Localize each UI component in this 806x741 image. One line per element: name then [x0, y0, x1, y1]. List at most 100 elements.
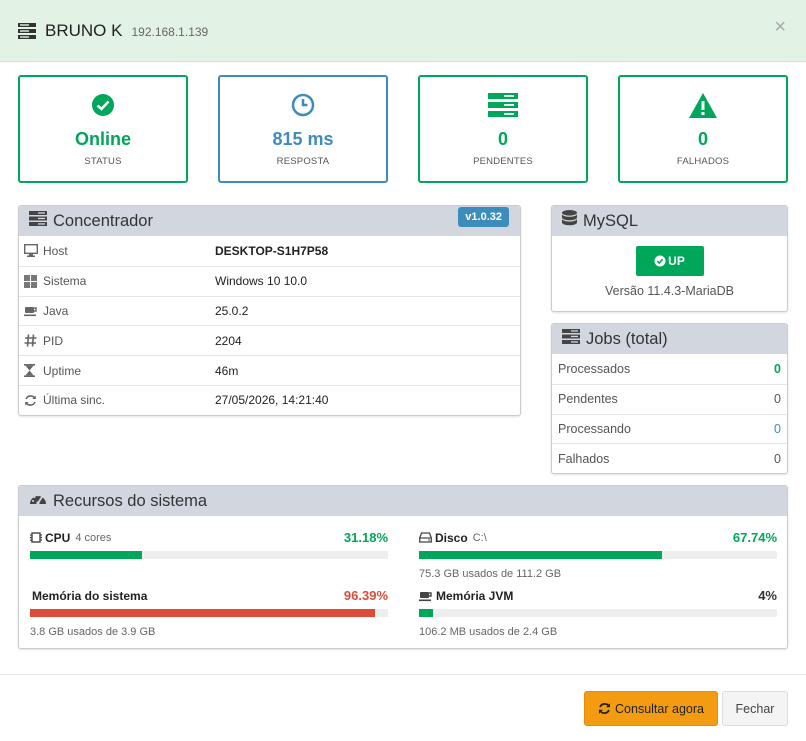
jobs-panel: Jobs (total) Processados 0 Pendentes 0 P…: [551, 323, 788, 474]
response-card: 815 ms RESPOSTA: [218, 75, 388, 183]
concentrador-panel: Concentrador v1.0.32 Host DESKTOP-S1H7P5…: [18, 205, 521, 416]
job-label: Pendentes: [558, 392, 618, 407]
resources-panel: Recursos do sistema CPU 4 cores 31.18% D…: [18, 485, 788, 649]
hdd-icon: [419, 532, 432, 543]
job-row-processados: Processados 0: [552, 354, 787, 384]
cpu-percent: 31.18%: [343, 530, 388, 545]
jobs-list: Processados 0 Pendentes 0 Processando 0 …: [552, 354, 787, 473]
status-card: Online STATUS: [18, 75, 188, 183]
mysql-header: MySQL: [552, 206, 787, 236]
info-row-java: Java 25.0.2: [19, 295, 520, 326]
failed-card: 0 FALHADOS: [618, 75, 788, 183]
sistema-value: Windows 10 10.0: [215, 274, 308, 289]
info-key: Host: [43, 243, 68, 258]
server-icon: [29, 211, 47, 231]
server-stack-icon: [488, 93, 518, 120]
info-key: Java: [43, 303, 69, 318]
close-button[interactable]: Fechar: [722, 691, 788, 726]
job-row-falhados: Falhados 0: [552, 443, 787, 473]
memory-resource: Memória do sistema 96.39% 3.8 GB usados …: [30, 588, 388, 638]
disk-percent: 67.74%: [732, 530, 777, 545]
failed-label: FALHADOS: [676, 156, 730, 167]
disk-name: Disco: [435, 530, 468, 545]
coffee-icon: [419, 590, 433, 602]
server-icon: [562, 329, 580, 349]
node-detail-modal: BRUNO K 192.168.1.139 × Online STATUS 81…: [0, 0, 806, 741]
cpu-cores: 4 cores: [75, 531, 112, 544]
info-key: PID: [43, 333, 64, 348]
version-badge: v1.0.32: [458, 207, 509, 227]
info-row-uptime: Uptime 46m: [19, 355, 520, 385]
info-key: Última sinc.: [43, 393, 106, 408]
job-count: 0: [774, 361, 781, 376]
mysql-status-badge: UP: [635, 246, 704, 276]
jvm-usage-text: 106.2 MB usados de 2.4 GB: [419, 626, 558, 638]
host-ip: 192.168.1.139: [131, 25, 209, 39]
job-row-processando: Processando 0: [552, 413, 787, 444]
hash-icon: [24, 334, 38, 347]
job-count: 0: [774, 392, 781, 407]
job-label: Processados: [558, 361, 631, 376]
cpu-progress-bar: [30, 551, 388, 559]
memory-name: Memória do sistema: [32, 588, 148, 603]
disk-resource: Disco C:\ 67.74% 75.3 GB usados de 111.2…: [419, 530, 777, 580]
modal-header: BRUNO K 192.168.1.139 ×: [0, 0, 806, 62]
job-label: Processando: [558, 421, 631, 436]
close-icon[interactable]: ×: [774, 17, 786, 37]
cpu-name: CPU: [45, 530, 71, 545]
refresh-icon: [598, 702, 611, 715]
server-icon: [18, 22, 36, 39]
memory-progress-fill: [30, 609, 376, 617]
pid-value: 2204: [215, 333, 242, 348]
java-value: 25.0.2: [215, 303, 249, 318]
response-value: 815 ms: [272, 129, 334, 149]
resources-header: Recursos do sistema: [19, 486, 787, 516]
pending-card: 0 PENDENTES: [418, 75, 588, 183]
close-button-label: Fechar: [735, 701, 775, 716]
info-row-host: Host DESKTOP-S1H7P58: [19, 236, 520, 266]
memory-usage-text: 3.8 GB usados de 3.9 GB: [30, 626, 156, 638]
concentrador-info-list: Host DESKTOP-S1H7P58 Sistema Windows 10 …: [19, 236, 520, 415]
info-key: Uptime: [43, 363, 82, 378]
disk-progress-fill: [419, 551, 662, 559]
job-count: 0: [774, 421, 781, 436]
memory-percent: 96.39%: [343, 588, 388, 603]
mysql-body: UP Versão 11.4.3-MariaDB: [552, 236, 787, 298]
query-now-button[interactable]: Consultar agora: [584, 691, 718, 726]
memory-progress-bar: [30, 609, 388, 617]
modal-footer: Consultar agora Fechar: [0, 674, 806, 741]
job-label: Falhados: [558, 451, 610, 466]
disk-usage-text: 75.3 GB usados de 111.2 GB: [419, 568, 562, 580]
status-value: Online: [74, 129, 131, 149]
cpu-resource: CPU 4 cores 31.18%: [30, 530, 388, 559]
status-label: STATUS: [84, 156, 122, 167]
response-label: RESPOSTA: [276, 156, 330, 167]
mysql-title: MySQL: [583, 211, 639, 230]
info-row-pid: PID 2204: [19, 325, 520, 355]
refresh-icon: [24, 394, 38, 407]
resources-title: Recursos do sistema: [53, 491, 208, 510]
windows-icon: [24, 274, 38, 288]
query-now-label: Consultar agora: [615, 701, 704, 716]
jvm-progress-fill: [419, 609, 434, 617]
failed-value: 0: [697, 129, 708, 149]
mysql-version: Versão 11.4.3-MariaDB: [605, 284, 734, 298]
jobs-header: Jobs (total): [552, 324, 787, 354]
monitor-icon: [23, 244, 39, 258]
concentrador-title: Concentrador: [53, 211, 153, 230]
coffee-icon: [24, 304, 38, 317]
pending-value: 0: [497, 129, 508, 149]
cpu-progress-fill: [30, 551, 142, 559]
clock-icon: [291, 93, 315, 120]
jvm-resource: Memória JVM 4% 106.2 MB usados de 2.4 GB: [419, 588, 777, 638]
jvm-progress-bar: [419, 609, 777, 617]
info-key: Sistema: [43, 274, 87, 289]
disk-progress-bar: [419, 551, 777, 559]
check-circle-icon: [654, 255, 666, 267]
sync-value: 27/05/2026, 14:21:40: [215, 393, 329, 408]
host-value: DESKTOP-S1H7P58: [215, 243, 329, 258]
modal-title: BRUNO K: [45, 20, 123, 40]
warning-icon: [689, 93, 717, 121]
mysql-status-text: UP: [668, 254, 685, 268]
info-row-sistema: Sistema Windows 10 10.0: [19, 265, 520, 296]
